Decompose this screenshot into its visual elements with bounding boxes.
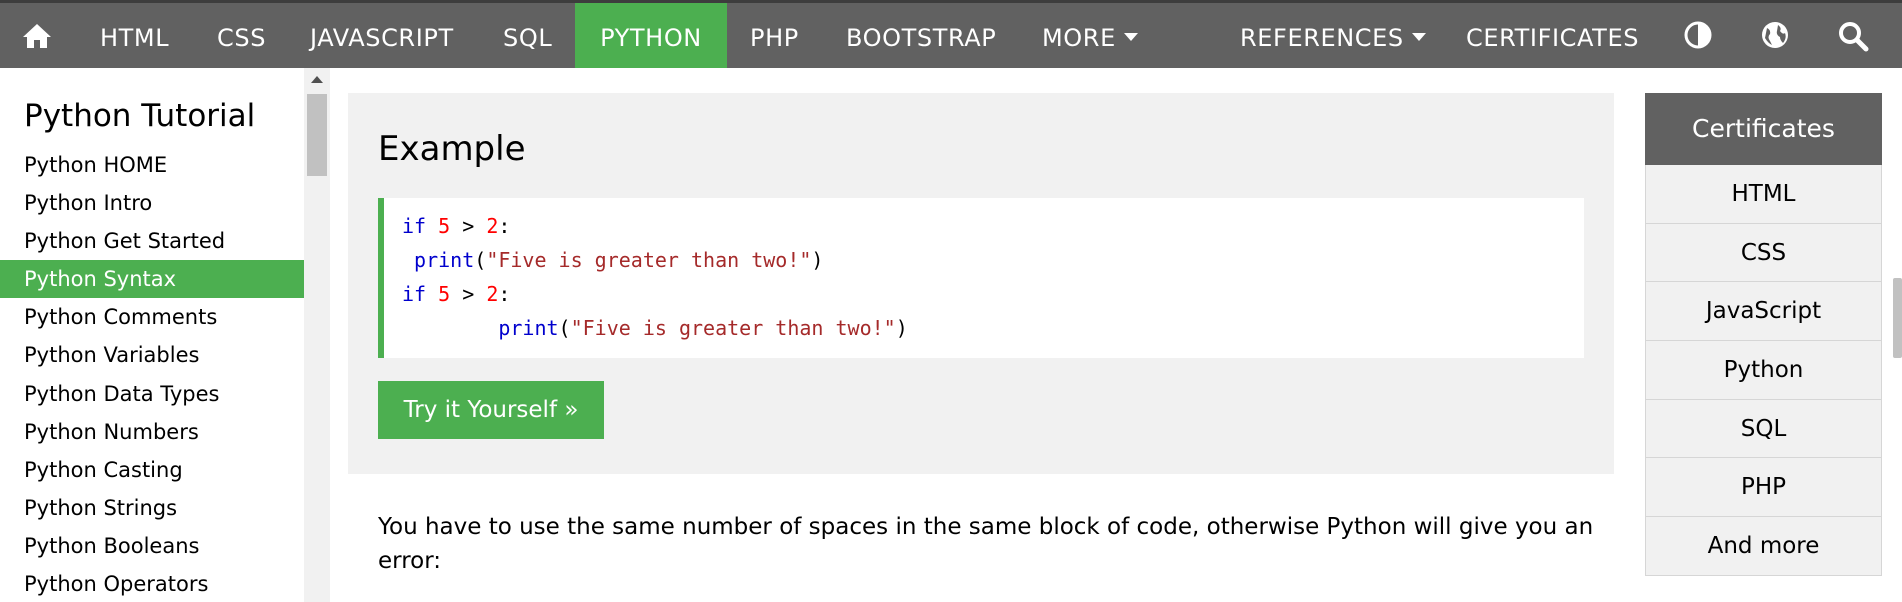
sidebar-item-python-get-started[interactable]: Python Get Started xyxy=(0,222,304,260)
nav-css[interactable]: CSS xyxy=(200,3,283,68)
sidebar-item-python-comments[interactable]: Python Comments xyxy=(0,298,304,336)
example-heading: Example xyxy=(378,129,526,169)
code-token: if xyxy=(402,214,427,238)
nav-references-label: REFERENCES xyxy=(1240,24,1404,52)
nav-python[interactable]: PYTHON xyxy=(575,3,727,68)
nav-certificates[interactable]: CERTIFICATES xyxy=(1450,3,1655,68)
sidebar-item-python-booleans[interactable]: Python Booleans xyxy=(0,527,304,565)
code-token: ) xyxy=(811,248,824,272)
code-token: ( xyxy=(474,248,487,272)
nav-php[interactable]: PHP xyxy=(734,3,815,68)
nav-references[interactable]: REFERENCES xyxy=(1224,3,1442,68)
certificate-item-css[interactable]: CSS xyxy=(1645,223,1882,283)
code-token: 5 xyxy=(438,214,451,238)
code-line: if 5 > 2: xyxy=(402,282,510,306)
try-it-yourself-button[interactable]: Try it Yourself » xyxy=(378,381,604,439)
nav-bootstrap[interactable]: BOOTSTRAP xyxy=(830,3,1012,68)
sidebar-scrollbar[interactable] xyxy=(304,68,330,602)
left-sidebar: Python Tutorial Python HOME Python Intro… xyxy=(0,68,304,602)
sidebar-item-python-operators[interactable]: Python Operators xyxy=(0,565,304,602)
scrollbar-thumb[interactable] xyxy=(307,94,327,176)
code-token: ) xyxy=(895,316,908,340)
code-token: 2 xyxy=(486,282,499,306)
certificates-header[interactable]: Certificates xyxy=(1645,93,1882,165)
nav-sql[interactable]: SQL xyxy=(487,3,568,68)
code-token: > xyxy=(450,282,487,306)
code-token: "Five is greater than two!" xyxy=(486,248,812,272)
code-token: "Five is greater than two!" xyxy=(570,316,896,340)
certificate-item-python[interactable]: Python xyxy=(1645,341,1882,400)
home-icon[interactable] xyxy=(20,19,54,53)
code-token: print xyxy=(414,248,475,272)
scroll-up-arrow-icon[interactable] xyxy=(311,76,323,83)
code-line: print("Five is greater than two!") xyxy=(402,248,823,272)
code-token: if xyxy=(402,282,427,306)
sidebar-title: Python Tutorial xyxy=(24,98,256,134)
search-icon[interactable] xyxy=(1836,19,1870,53)
code-token: print xyxy=(498,316,559,340)
sidebar-item-python-intro[interactable]: Python Intro xyxy=(0,184,304,222)
sidebar-item-python-casting[interactable]: Python Casting xyxy=(0,451,304,489)
nav-javascript[interactable]: JAVASCRIPT xyxy=(294,3,470,68)
code-token: : xyxy=(498,214,511,238)
body-paragraph: You have to use the same number of space… xyxy=(378,514,1594,574)
caret-down-icon xyxy=(1411,33,1426,41)
certificate-item-javascript[interactable]: JavaScript xyxy=(1645,282,1882,342)
code-block: if 5 > 2: print("Five is greater than tw… xyxy=(378,198,1584,358)
certificates-panel: Certificates HTML CSS JavaScript Python … xyxy=(1645,93,1882,576)
code-line: print("Five is greater than two!") xyxy=(402,316,908,340)
code-token: ( xyxy=(558,316,571,340)
code-line: if 5 > 2: xyxy=(402,214,510,238)
caret-down-icon xyxy=(1123,33,1138,41)
certificate-item-html[interactable]: HTML xyxy=(1645,165,1882,224)
code-token: 5 xyxy=(438,282,451,306)
certificate-item-and-more[interactable]: And more xyxy=(1645,517,1882,576)
sidebar-item-python-strings[interactable]: Python Strings xyxy=(0,489,304,527)
top-navigation: HTML CSS JAVASCRIPT SQL PYTHON PHP BOOTS… xyxy=(0,0,1902,68)
code-token: > xyxy=(450,214,487,238)
code-token: : xyxy=(498,282,511,306)
sidebar-item-python-syntax[interactable]: Python Syntax xyxy=(0,260,304,298)
globe-icon[interactable] xyxy=(1758,19,1792,53)
nav-more[interactable]: MORE xyxy=(1026,3,1154,68)
page-scrollbar-thumb[interactable] xyxy=(1893,278,1902,358)
sidebar-item-python-home[interactable]: Python HOME xyxy=(0,146,304,184)
example-box: Example if 5 > 2: print("Five is greater… xyxy=(348,93,1614,474)
sidebar-item-python-data-types[interactable]: Python Data Types xyxy=(0,375,304,413)
code-token: 2 xyxy=(486,214,499,238)
nav-more-label: MORE xyxy=(1042,24,1116,52)
nav-html[interactable]: HTML xyxy=(84,3,185,68)
certificate-item-sql[interactable]: SQL xyxy=(1645,399,1882,459)
sidebar-item-python-variables[interactable]: Python Variables xyxy=(0,336,304,374)
sidebar-item-python-numbers[interactable]: Python Numbers xyxy=(0,413,304,451)
certificate-item-php[interactable]: PHP xyxy=(1645,458,1882,518)
contrast-icon[interactable] xyxy=(1681,19,1715,53)
